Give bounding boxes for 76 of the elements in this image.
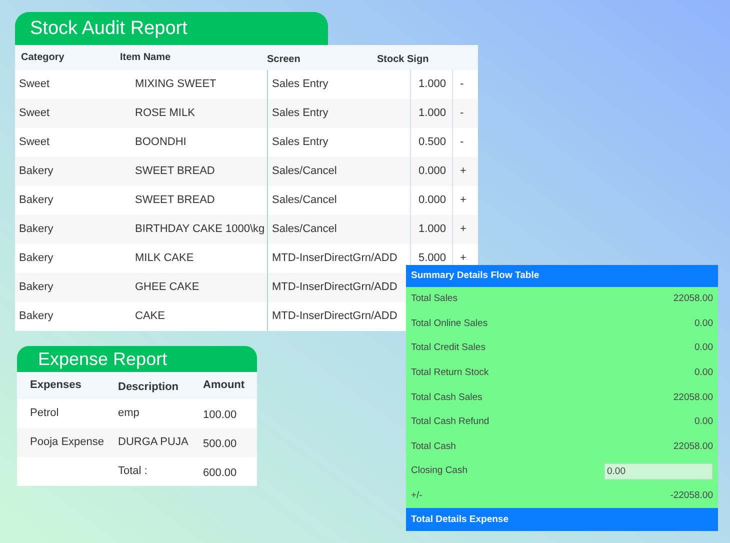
table-cell-text: Bakery [18, 222, 54, 238]
table-cell-text: SWEET BREAD [135, 193, 216, 208]
table-cell-text: Bakery [18, 164, 54, 180]
table-cell-text: - [460, 106, 464, 122]
table-cell-text: SWEET BREAD [135, 164, 216, 180]
table-cell-text: 0.500 [418, 135, 446, 150]
summary-label: Closing Cash [411, 464, 468, 478]
table-cell-text: 1.000 [418, 77, 446, 92]
summary-value: 0.00 [694, 366, 713, 380]
table-cell-text: Sweet [18, 135, 51, 150]
column-header: Amount [202, 378, 246, 394]
table-cell-text: MTD-InserDirectGrn/ADD [272, 251, 398, 266]
table-cell-text: Sales/Cancel [272, 164, 337, 180]
table-cell-text: BIRTHDAY CAKE 1000\kg [135, 222, 266, 238]
panel-footer: Total Details Expense [406, 508, 718, 532]
table-cell-text: emp [117, 406, 140, 422]
column-header: Item Name [119, 51, 172, 65]
table-cell-text: Sales Entry [272, 106, 328, 122]
summary-value: 0.00 [694, 341, 713, 356]
table-cell-text: Bakery [18, 193, 54, 208]
table-cell-text: - [460, 135, 464, 150]
table-cell-text: Sweet [18, 106, 51, 122]
summary-value: 22058.00 [673, 440, 713, 454]
table-cell-text: GHEE CAKE [135, 280, 200, 296]
table-cell-text: 1.000 [418, 222, 446, 238]
table-cell-text: + [460, 251, 466, 266]
table-cell: Pooja Expense [30, 436, 104, 448]
table-cell-text: + [460, 193, 466, 208]
column-header: Expenses [29, 378, 82, 394]
table-cell-text: 100.00 [202, 408, 238, 424]
table-cell-text: - [460, 77, 464, 92]
table-cell-text: Sales/Cancel [272, 193, 337, 208]
table-cell-text: BOONDHI [135, 135, 188, 150]
table-cell-text: Sales Entry [272, 77, 328, 92]
column-header: Stock Sign [377, 53, 430, 67]
table-cell-text: MTD-InserDirectGrn/ADD [272, 280, 398, 296]
table-cell-text: 0.000 [418, 193, 446, 208]
summary-value: 22058.00 [673, 390, 713, 405]
table-cell-text: Bakery [18, 280, 54, 296]
summary-label: Total Cash [411, 440, 456, 454]
summary-label: Total Cash Sales [411, 390, 482, 405]
table-cell-text: Bakery [18, 251, 54, 266]
summary-label: Total Credit Sales [411, 341, 486, 356]
table-cell-text: MILK CAKE [135, 251, 195, 266]
column-header: Description [117, 380, 180, 395]
table-cell-text: 500.00 [202, 437, 238, 452]
column-header: Category [20, 51, 66, 65]
summary-value: -22058.00 [670, 488, 713, 503]
summary-label: Total Online Sales [411, 316, 488, 331]
table-cell-text: Sweet [18, 77, 51, 92]
table-cell-text: 5.000 [418, 251, 446, 266]
table-cell-text: MTD-InserDirectGrn/ADD [272, 309, 398, 324]
summary-label: Total Cash Refund [411, 415, 490, 430]
table-cell-text: 600.00 [202, 466, 238, 482]
table-cell-text: Total : [117, 464, 148, 480]
summary-value: 0.00 [694, 316, 713, 331]
summary-value: 0.00 [694, 415, 713, 430]
panel-header: Summary Details Flow Table [406, 265, 718, 287]
table-cell-text: + [460, 164, 466, 180]
table-cell-text: Sales/Cancel [272, 222, 337, 238]
summary-value: 22058.00 [673, 292, 713, 306]
table-cell-text: CAKE [135, 309, 166, 324]
summary-label: +/- [411, 488, 422, 503]
table-cell-text: ROSE MILK [135, 106, 196, 122]
column-header: Screen [267, 53, 302, 67]
table-cell-text: DURGA PUJA [117, 435, 190, 450]
closing-cash-field[interactable]: 0.00 [604, 462, 713, 480]
summary-label: Total Sales [411, 292, 458, 306]
summary-label: Total Return Stock [411, 366, 489, 380]
table-cell-text: Sales Entry [272, 135, 328, 150]
table-cell-text: 0.000 [418, 164, 446, 180]
table-cell: Petrol [30, 407, 59, 420]
table-cell-text: + [460, 222, 466, 238]
table-cell-text: Bakery [18, 309, 54, 324]
table-cell-text: MIXING SWEET [135, 77, 218, 92]
table-cell-text: 1.000 [418, 106, 446, 122]
